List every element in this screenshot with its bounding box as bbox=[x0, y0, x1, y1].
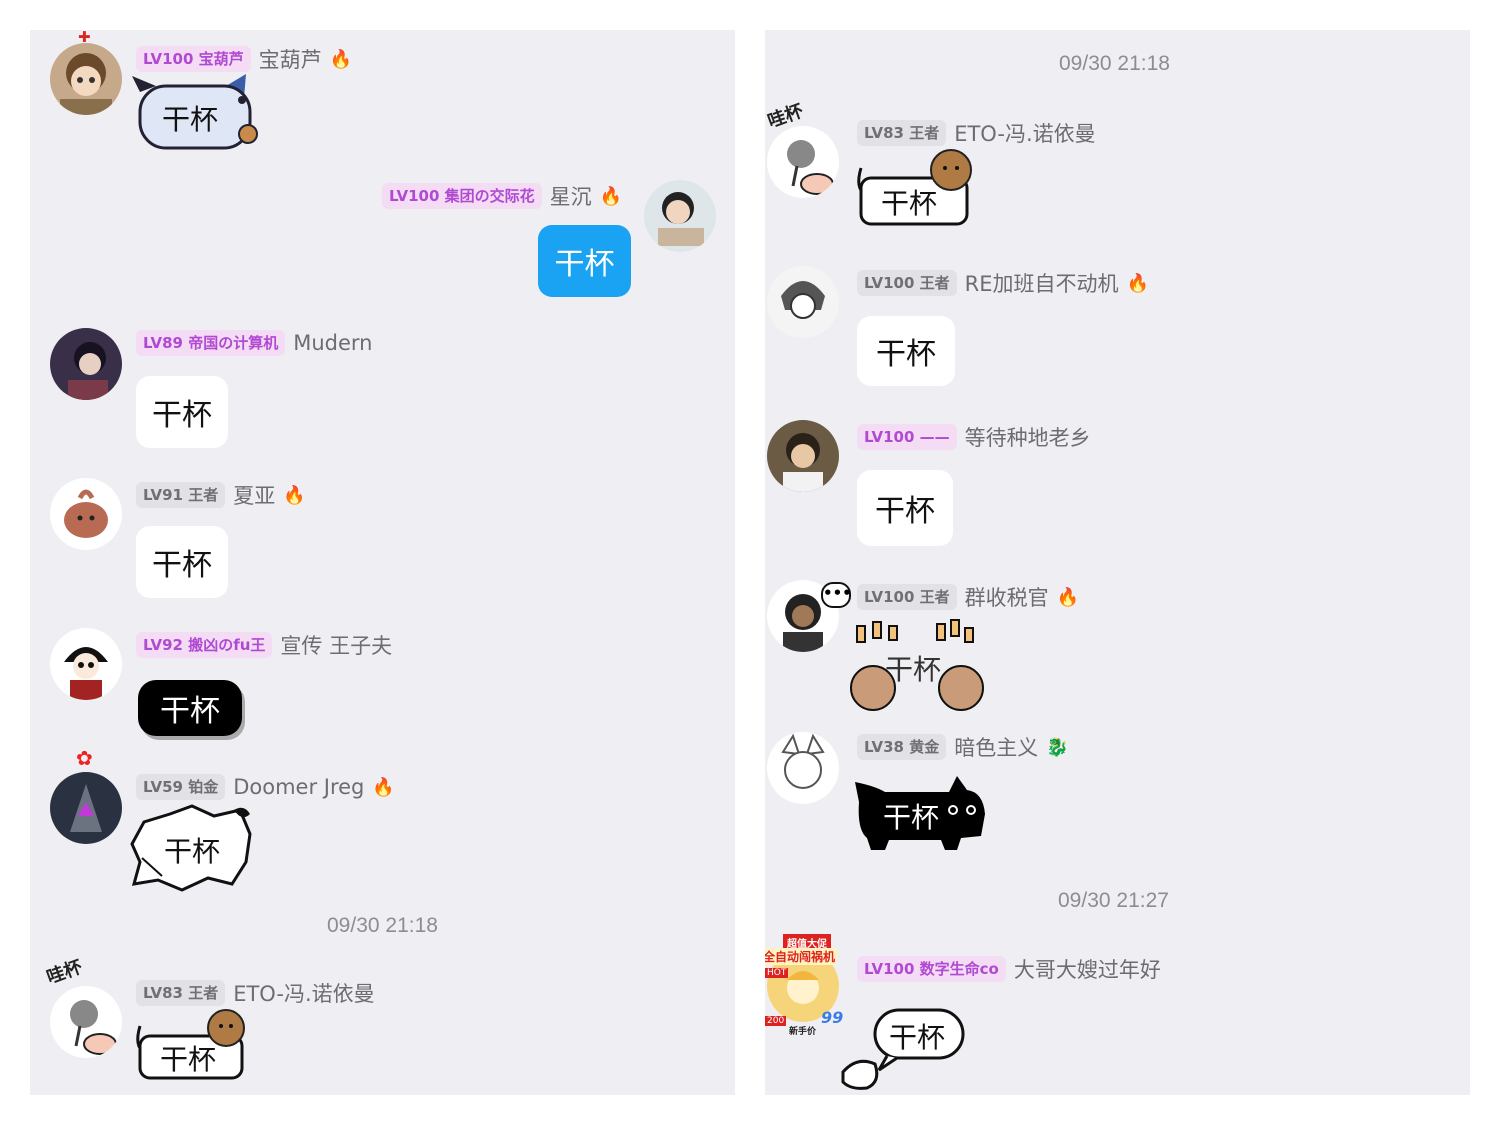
sticker-text: 干杯 bbox=[162, 103, 219, 136]
sender-name[interactable]: ETO-冯.诺依曼 bbox=[233, 978, 374, 1008]
sender-line: LV89 帝国の计算机 Mudern bbox=[136, 330, 372, 356]
flame-icon: 🔥 bbox=[599, 185, 623, 207]
cat-sticker[interactable]: 干杯 bbox=[126, 72, 266, 154]
sender-name[interactable]: Doomer Jreg bbox=[233, 775, 364, 799]
user-avatar[interactable] bbox=[50, 772, 122, 844]
dragon-icon: 🐉 bbox=[1046, 736, 1069, 758]
user-avatar[interactable] bbox=[50, 628, 122, 700]
timestamp: 09/30 21:18 bbox=[327, 914, 438, 937]
chat-panel-right[interactable]: 09/30 21:18 哇杯 LV83 王者 ETO-冯.诺依曼 干杯 LV10… bbox=[765, 30, 1470, 1095]
sticker-text: 干杯 bbox=[889, 1021, 946, 1054]
message-bubble[interactable]: 干杯 bbox=[138, 680, 242, 736]
level-badge: LV100 王者 bbox=[857, 270, 957, 296]
sender-line: LV100 集团の交际花 星沉 🔥 bbox=[382, 181, 622, 211]
sender-line: LV100 —— 等待种地老乡 bbox=[857, 422, 1091, 452]
level-badge: LV83 王者 bbox=[857, 120, 947, 146]
sender-name[interactable]: 群收税官 bbox=[965, 582, 1049, 612]
level-badge: LV89 帝国の计算机 bbox=[136, 330, 286, 356]
sender-name[interactable]: 大哥大嫂过年好 bbox=[1014, 954, 1161, 984]
timestamp: 09/30 21:27 bbox=[1058, 889, 1169, 912]
flower-frame-icon: ✿ bbox=[76, 746, 93, 770]
sticker-text: 干杯 bbox=[885, 653, 942, 686]
sender-line: LV83 王者 ETO-冯.诺依曼 bbox=[857, 118, 1096, 148]
sender-line: LV38 黄金 暗色主义 🐉 bbox=[857, 732, 1069, 762]
level-badge: LV38 黄金 bbox=[857, 734, 947, 760]
sender-line: LV100 数字生命co 大哥大嫂过年好 bbox=[857, 954, 1161, 984]
sticker-text: 干杯 bbox=[883, 801, 940, 834]
level-badge: LV100 集团の交际花 bbox=[382, 183, 542, 209]
user-avatar[interactable] bbox=[50, 43, 122, 115]
avatar-frame-icon: ✚ bbox=[78, 30, 91, 46]
level-badge: LV100 数字生命co bbox=[857, 956, 1006, 982]
speech-cat-sticker[interactable]: 干杯 bbox=[841, 1006, 971, 1092]
sender-name[interactable]: 宣传 王子夫 bbox=[280, 630, 392, 660]
sender-name[interactable]: 星沉 bbox=[550, 181, 592, 211]
level-badge: LV100 王者 bbox=[857, 584, 957, 610]
sender-line: LV100 宝葫芦 宝葫芦 🔥 bbox=[136, 44, 352, 74]
sender-line: LV100 王者 群收税官 🔥 bbox=[857, 582, 1079, 612]
timestamp: 09/30 21:18 bbox=[1059, 52, 1170, 75]
user-avatar[interactable] bbox=[50, 328, 122, 400]
black-cat-sticker[interactable]: 干杯 bbox=[849, 762, 989, 854]
sender-name[interactable]: ETO-冯.诺依曼 bbox=[954, 118, 1095, 148]
sender-name[interactable]: 夏亚 bbox=[233, 480, 275, 510]
sender-line: LV91 王者 夏亚 🔥 bbox=[136, 480, 306, 510]
sticker-text: 干杯 bbox=[881, 187, 938, 220]
chat-panel-left[interactable]: ✚ LV100 宝葫芦 宝葫芦 🔥 干杯 LV100 集团の交际花 星沉 🔥 干… bbox=[30, 30, 735, 1095]
ad-avatar-frame: 超值大促 全自动闯祸机 HOT 200 新手价 99 bbox=[765, 932, 851, 1037]
level-badge: LV59 铂金 bbox=[136, 774, 226, 800]
cat-sticker[interactable]: 干杯 bbox=[132, 1006, 252, 1086]
user-avatar[interactable] bbox=[767, 420, 839, 492]
sender-name[interactable]: 暗色主义 bbox=[954, 732, 1038, 762]
sender-line: LV83 王者 ETO-冯.诺依曼 bbox=[136, 978, 375, 1008]
flame-icon: 🔥 bbox=[329, 48, 353, 70]
message-bubble[interactable]: 干杯 bbox=[538, 225, 631, 297]
flame-icon: 🔥 bbox=[283, 484, 306, 506]
sender-line: LV92 搬凶のfu王 宣传 王子夫 bbox=[136, 630, 392, 660]
level-badge: LV83 王者 bbox=[136, 980, 226, 1006]
sender-name[interactable]: 宝葫芦 bbox=[259, 44, 322, 74]
sender-name[interactable]: Mudern bbox=[293, 331, 372, 355]
flame-icon: 🔥 bbox=[1126, 272, 1149, 294]
ad-frame-tag: HOT bbox=[765, 968, 789, 978]
sender-line: LV100 王者 RE加班自不动机 🔥 bbox=[857, 268, 1149, 298]
message-bubble[interactable]: 干杯 bbox=[857, 470, 953, 546]
cheer-sticker[interactable]: 干杯 bbox=[843, 618, 989, 714]
level-badge: LV92 搬凶のfu王 bbox=[136, 632, 273, 658]
cat-sticker[interactable]: 干杯 bbox=[853, 148, 978, 232]
user-avatar[interactable] bbox=[767, 732, 839, 804]
user-avatar[interactable] bbox=[50, 478, 122, 550]
sender-name[interactable]: 等待种地老乡 bbox=[965, 422, 1091, 452]
ad-frame-badge: 99 bbox=[821, 1008, 844, 1027]
sticker-text: 干杯 bbox=[164, 835, 221, 868]
user-avatar[interactable] bbox=[50, 986, 122, 1058]
sender-line: LV59 铂金 Doomer Jreg 🔥 bbox=[136, 774, 395, 800]
avatar-frame-label: 哇杯 bbox=[44, 956, 86, 989]
self-avatar[interactable] bbox=[644, 180, 716, 252]
spiky-sticker[interactable]: 干杯 bbox=[122, 804, 256, 892]
user-avatar[interactable] bbox=[767, 126, 839, 198]
message-bubble[interactable]: 干杯 bbox=[136, 526, 228, 598]
sender-name[interactable]: RE加班自不动机 bbox=[965, 268, 1119, 298]
ad-frame-sub: 新手价 bbox=[789, 1027, 817, 1037]
level-badge: LV91 王者 bbox=[136, 482, 226, 508]
flame-icon: 🔥 bbox=[1056, 586, 1080, 608]
message-bubble[interactable]: 干杯 bbox=[857, 316, 955, 386]
level-badge: LV100 —— bbox=[857, 424, 957, 450]
sticker-text: 干杯 bbox=[160, 1043, 217, 1076]
message-bubble[interactable]: 干杯 bbox=[136, 376, 228, 448]
flame-icon: 🔥 bbox=[372, 776, 395, 798]
typing-icon: ••• bbox=[821, 582, 852, 608]
user-avatar[interactable] bbox=[767, 266, 839, 338]
level-badge: LV100 宝葫芦 bbox=[136, 46, 251, 72]
ad-frame-price: 200 bbox=[765, 1016, 787, 1026]
ad-frame-subtitle: 全自动闯祸机 bbox=[765, 948, 838, 965]
